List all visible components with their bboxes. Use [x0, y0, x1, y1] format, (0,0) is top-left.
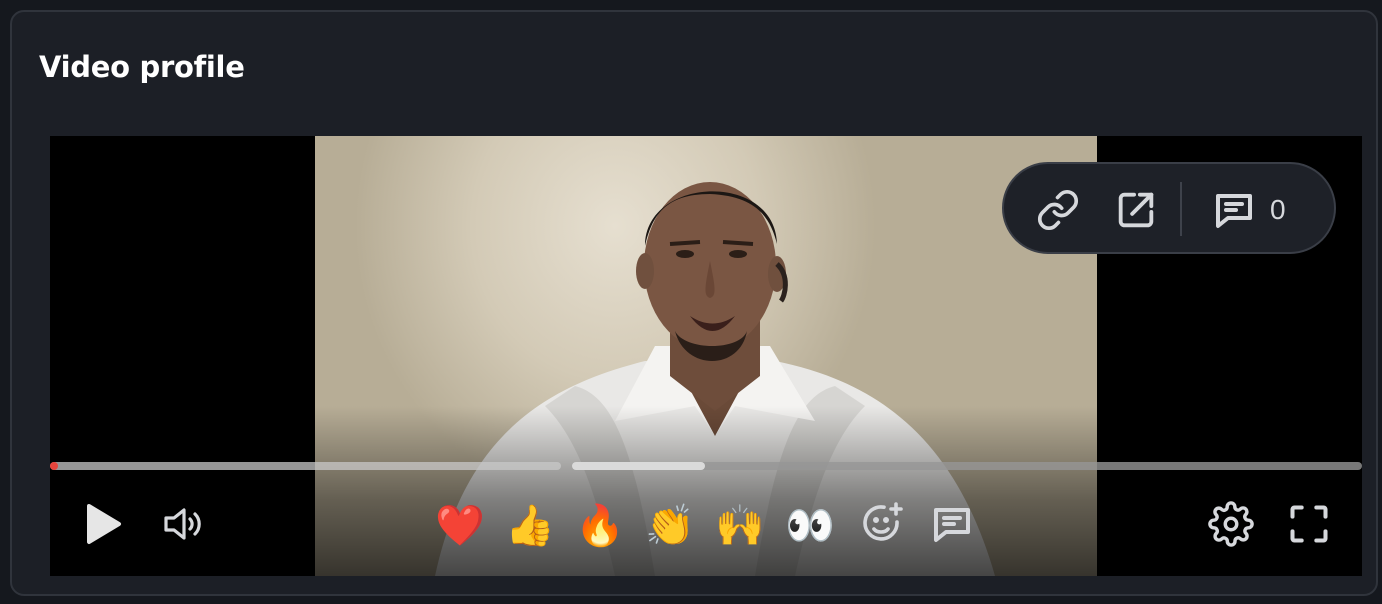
comments-button[interactable]: [1210, 186, 1258, 234]
add-reaction-icon: [863, 502, 903, 541]
comment-button[interactable]: [924, 496, 980, 552]
volume-button[interactable]: [154, 496, 210, 552]
fullscreen-icon: [1290, 505, 1328, 543]
reaction-fire[interactable]: 🔥: [574, 500, 626, 552]
play-button[interactable]: [75, 496, 131, 552]
video-actions-pill: 0: [1002, 162, 1336, 254]
play-icon: [87, 504, 121, 544]
volume-icon: [164, 508, 201, 540]
reaction-raising-hands[interactable]: 🙌: [714, 500, 766, 552]
reaction-eyes[interactable]: 👀: [784, 500, 836, 552]
fullscreen-button[interactable]: [1281, 496, 1337, 552]
video-profile-card: Video profile 0 ❤️ 👍 🔥 👏 🙌 👀: [10, 10, 1378, 596]
comment-count: 0: [1270, 194, 1286, 225]
comment-icon: [1216, 194, 1252, 228]
copy-link-button[interactable]: [1034, 186, 1082, 234]
pill-divider: [1180, 182, 1182, 236]
card-title: Video profile: [39, 50, 245, 84]
settings-gear-icon: [1208, 501, 1254, 547]
progress-buffered: [572, 462, 705, 470]
add-reaction-button[interactable]: [854, 496, 910, 552]
video-player[interactable]: 0 ❤️ 👍 🔥 👏 🙌 👀: [50, 136, 1362, 576]
open-external-button[interactable]: [1112, 186, 1160, 234]
progress-bar-segment[interactable]: [572, 462, 1362, 470]
reaction-clapping-hands[interactable]: 👏: [644, 500, 696, 552]
link-icon: [1037, 189, 1079, 231]
external-link-icon: [1118, 192, 1154, 228]
progress-bar[interactable]: [50, 462, 561, 470]
progress-played: [50, 462, 58, 470]
reaction-heart[interactable]: ❤️: [434, 500, 486, 552]
comment-icon: [934, 508, 970, 542]
settings-button[interactable]: [1203, 496, 1259, 552]
reaction-thumbs-up[interactable]: 👍: [504, 500, 556, 552]
